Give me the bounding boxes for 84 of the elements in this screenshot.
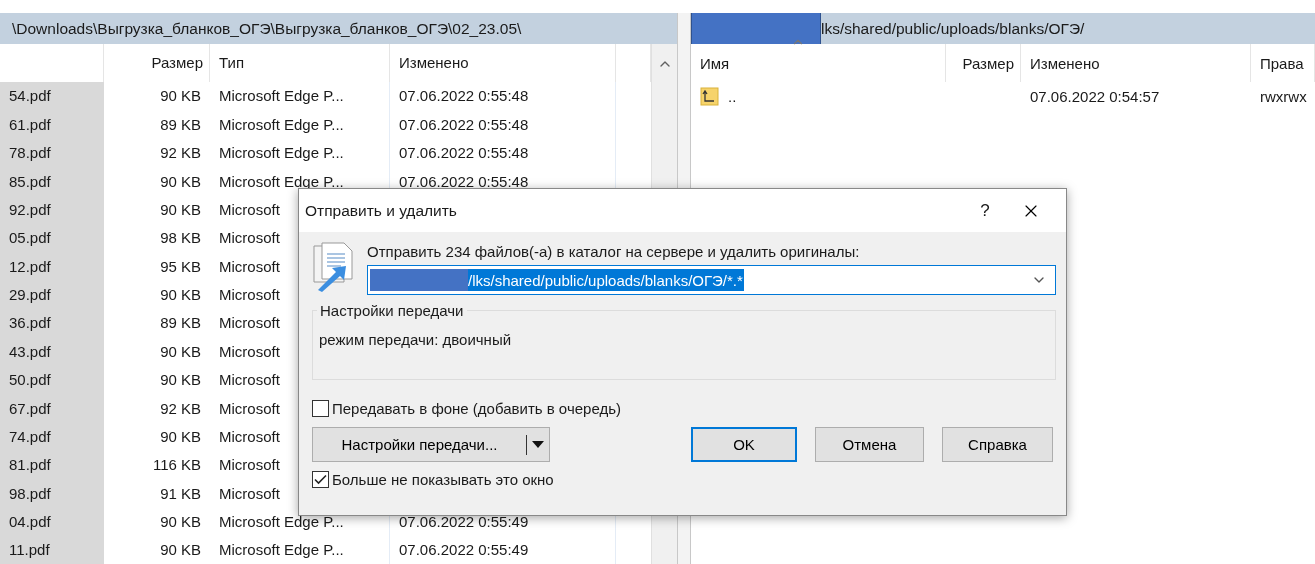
column-header[interactable]: Размер bbox=[151, 54, 203, 72]
column-header[interactable]: Размер bbox=[962, 54, 1014, 72]
file-size: 90 KB bbox=[160, 342, 201, 360]
help-button[interactable]: ? bbox=[962, 200, 1008, 221]
caret-icon[interactable] bbox=[532, 441, 544, 448]
file-name[interactable]: 74.pdf bbox=[0, 422, 104, 451]
file-type: Microsoft Edge P... bbox=[219, 144, 344, 162]
file-name[interactable]: 04.pdf bbox=[0, 507, 104, 536]
file-name[interactable]: 61.pdf bbox=[0, 110, 104, 139]
file-size: 90 KB bbox=[160, 286, 201, 303]
file-modified: 07.06.2022 0:55:49 bbox=[399, 541, 529, 559]
file-name[interactable]: 11.pdf bbox=[0, 535, 104, 564]
dialog-button[interactable]: Справка bbox=[942, 427, 1053, 462]
file-size: 95 KB bbox=[160, 257, 201, 275]
file-name[interactable]: 36.pdf bbox=[0, 308, 104, 338]
file-size: 90 KB bbox=[160, 371, 201, 389]
file-modified: 07.06.2022 0:54:57 bbox=[1030, 87, 1160, 105]
checkbox-label: Передавать в фоне (добавить в очередь) bbox=[332, 400, 621, 417]
file-type: Microsoft bbox=[219, 286, 280, 303]
file-size: 90 KB bbox=[160, 200, 201, 218]
column-header[interactable]: Изменено bbox=[399, 54, 469, 72]
file-type: Microsoft bbox=[219, 257, 280, 275]
file-name[interactable]: 12.pdf bbox=[0, 251, 104, 281]
file-size: 98 KB bbox=[160, 229, 201, 247]
file-name[interactable]: 81.pdf bbox=[0, 450, 104, 479]
file-size: 90 KB bbox=[160, 513, 201, 530]
file-name[interactable]: .. bbox=[728, 87, 737, 105]
path-text: lks/shared/public/uploads/blanks/ОГЭ/ bbox=[821, 19, 1085, 38]
file-size: 116 KB bbox=[152, 456, 201, 474]
file-type: Microsoft bbox=[219, 371, 280, 389]
file-size: 91 KB bbox=[160, 484, 201, 502]
column-header[interactable]: Изменено bbox=[1030, 54, 1100, 72]
file-type: Microsoft bbox=[219, 427, 280, 445]
group-legend: Настройки передачи bbox=[317, 302, 467, 319]
dialog-title: Отправить и удалить bbox=[305, 201, 458, 220]
file-size: 89 KB bbox=[160, 115, 201, 133]
checkbox-label: Больше не показывать это окно bbox=[332, 471, 554, 488]
column-header[interactable]: Тип bbox=[219, 54, 244, 72]
file-size: 90 KB bbox=[160, 172, 201, 190]
file-modified: 07.06.2022 0:55:48 bbox=[399, 172, 529, 190]
file-name[interactable]: 29.pdf bbox=[0, 280, 104, 309]
file-modified: 07.06.2022 0:55:49 bbox=[399, 513, 529, 530]
file-name[interactable]: 05.pdf bbox=[0, 223, 104, 252]
file-type: Microsoft bbox=[219, 399, 280, 417]
file-name[interactable]: 92.pdf bbox=[0, 195, 104, 224]
file-modified: 07.06.2022 0:55:48 bbox=[399, 87, 529, 105]
dialog-message: Отправить 234 файлов(-а) в каталог на сервере и удалить оригиналы: bbox=[367, 243, 861, 260]
file-type: Microsoft Edge P... bbox=[219, 115, 344, 133]
dialog-button[interactable]: Настройки передачи... bbox=[312, 427, 550, 462]
file-type: Microsoft bbox=[219, 200, 280, 218]
file-type: Microsoft bbox=[219, 229, 280, 247]
file-name[interactable]: 98.pdf bbox=[0, 478, 104, 508]
dialog-button[interactable]: OK bbox=[691, 427, 797, 462]
file-name[interactable]: 67.pdf bbox=[0, 393, 104, 423]
file-size: 90 KB bbox=[160, 87, 201, 105]
file-name[interactable]: 85.pdf bbox=[0, 166, 104, 196]
file-name[interactable]: 43.pdf bbox=[0, 337, 104, 366]
column-header[interactable]: Имя bbox=[700, 54, 730, 72]
file-size: 92 KB bbox=[160, 144, 201, 162]
file-type: Microsoft Edge P... bbox=[219, 541, 344, 559]
file-type: Microsoft bbox=[219, 342, 280, 360]
file-name[interactable]: 54.pdf bbox=[0, 81, 104, 111]
dialog-button[interactable]: Отмена bbox=[815, 427, 924, 462]
checkbox[interactable] bbox=[312, 400, 329, 417]
file-permissions: rwxrwx bbox=[1260, 87, 1307, 105]
file-size: 92 KB bbox=[160, 399, 201, 417]
destination-field[interactable]: /lks/shared/public/uploads/blanks/ОГЭ/*.* bbox=[367, 265, 1056, 295]
group-text: режим передачи: двоичный bbox=[319, 331, 513, 348]
file-type: Microsoft bbox=[219, 456, 280, 474]
column-header[interactable]: Права bbox=[1260, 54, 1304, 72]
file-type: Microsoft Edge P... bbox=[219, 87, 344, 105]
file-type: Microsoft Edge P... bbox=[219, 513, 344, 530]
file-size: 90 KB bbox=[160, 541, 201, 559]
file-size: 90 KB bbox=[160, 427, 201, 445]
file-name[interactable]: 50.pdf bbox=[0, 365, 104, 394]
file-modified: 07.06.2022 0:55:48 bbox=[399, 144, 529, 162]
path-text: \Downloads\Выгрузка_бланков_ОГЭ\Выгрузка_бланков_ОГЭ\02_23.05\ bbox=[11, 19, 522, 38]
file-name[interactable]: 78.pdf bbox=[0, 138, 104, 167]
file-type: Microsoft bbox=[219, 314, 280, 332]
checkbox[interactable] bbox=[312, 471, 329, 488]
file-type: Microsoft bbox=[219, 484, 280, 502]
file-size: 89 KB bbox=[160, 314, 201, 332]
folder-up-icon bbox=[700, 86, 720, 107]
file-modified: 07.06.2022 0:55:48 bbox=[399, 115, 529, 133]
